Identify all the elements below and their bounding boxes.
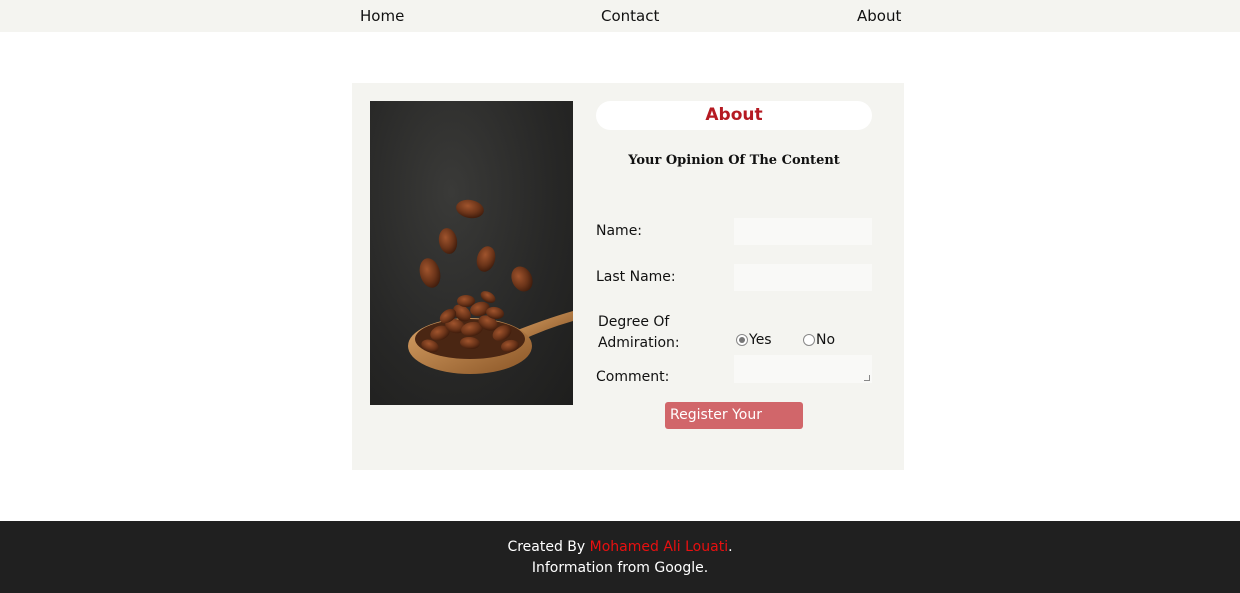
radio-yes-label: Yes <box>749 332 772 348</box>
comment-textarea[interactable] <box>734 355 872 383</box>
radio-option-yes[interactable]: Yes <box>736 332 772 348</box>
footer: Created By Mohamed Ali Louati. Informati… <box>0 521 1240 593</box>
name-label: Name: <box>596 223 643 239</box>
credits-prefix: Created By <box>507 539 590 555</box>
last-name-label: Last Name: <box>596 269 676 285</box>
admiration-label-line2: Admiration: <box>598 335 680 351</box>
comment-label: Comment: <box>596 369 670 385</box>
credits-line: Created By Mohamed Ali Louati. <box>0 539 1240 555</box>
radio-no-button[interactable] <box>803 334 815 346</box>
coffee-beans-image <box>370 101 573 405</box>
admiration-label-line1: Degree Of <box>598 314 670 330</box>
radio-no-label: No <box>816 332 836 348</box>
card-title: About <box>596 101 872 130</box>
nav-home-link[interactable]: Home <box>360 7 404 25</box>
info-source: Information from Google. <box>531 560 709 576</box>
nav-about-link[interactable]: About <box>857 7 901 25</box>
coffee-spoon-illustration <box>408 199 573 374</box>
admiration-label: Degree Of Admiration: <box>598 312 718 354</box>
radio-option-no[interactable]: No <box>803 332 835 348</box>
radio-yes-button[interactable] <box>736 334 748 346</box>
register-button[interactable]: Register Your <box>665 402 803 429</box>
last-name-input[interactable] <box>734 264 872 291</box>
card-subtitle: Your Opinion Of The Content <box>628 153 840 168</box>
author-link[interactable]: Mohamed Ali Louati <box>590 539 728 555</box>
about-card: About Your Opinion Of The Content Name: … <box>352 83 904 470</box>
name-input[interactable] <box>734 218 872 245</box>
top-nav: Home Contact About <box>0 0 1240 32</box>
credits-suffix: . <box>728 539 733 555</box>
resize-grip-icon[interactable] <box>864 375 870 381</box>
nav-contact-link[interactable]: Contact <box>601 7 659 25</box>
